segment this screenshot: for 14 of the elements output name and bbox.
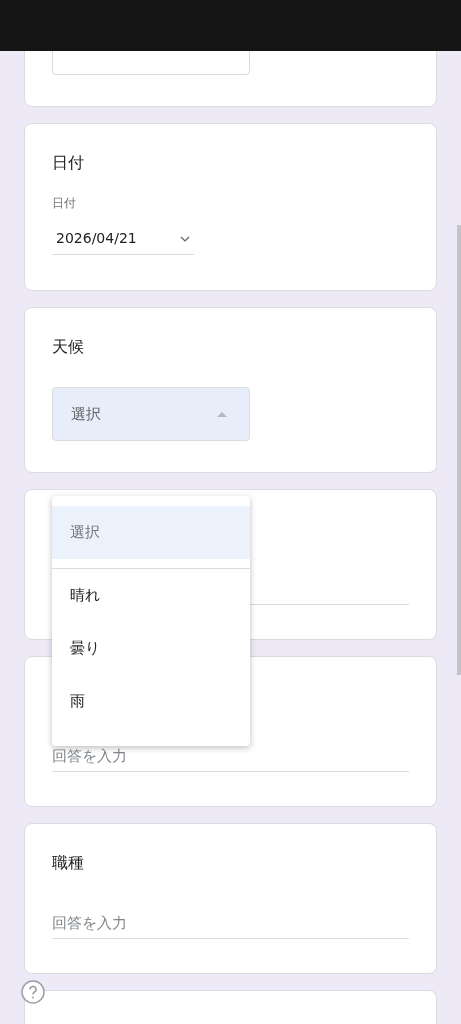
select-field[interactable]: 選択	[52, 387, 250, 441]
answer-field[interactable]: 回答を入力	[52, 907, 409, 939]
date-field[interactable]: 2026/04/21	[52, 223, 194, 255]
help-icon[interactable]	[21, 980, 45, 1004]
menu-option[interactable]: 選択	[52, 506, 250, 559]
question-title: 職種	[52, 853, 84, 873]
caret-up-icon	[217, 411, 227, 417]
menu-option[interactable]: 曇り	[52, 622, 250, 675]
question-title: 日付	[52, 153, 84, 173]
question-title: 天候	[52, 337, 84, 357]
field-label: 日付	[52, 195, 76, 211]
menu-option[interactable]: 晴れ	[52, 569, 250, 622]
chevron-down-icon	[180, 235, 190, 242]
menu-option[interactable]: 雨	[52, 675, 250, 728]
